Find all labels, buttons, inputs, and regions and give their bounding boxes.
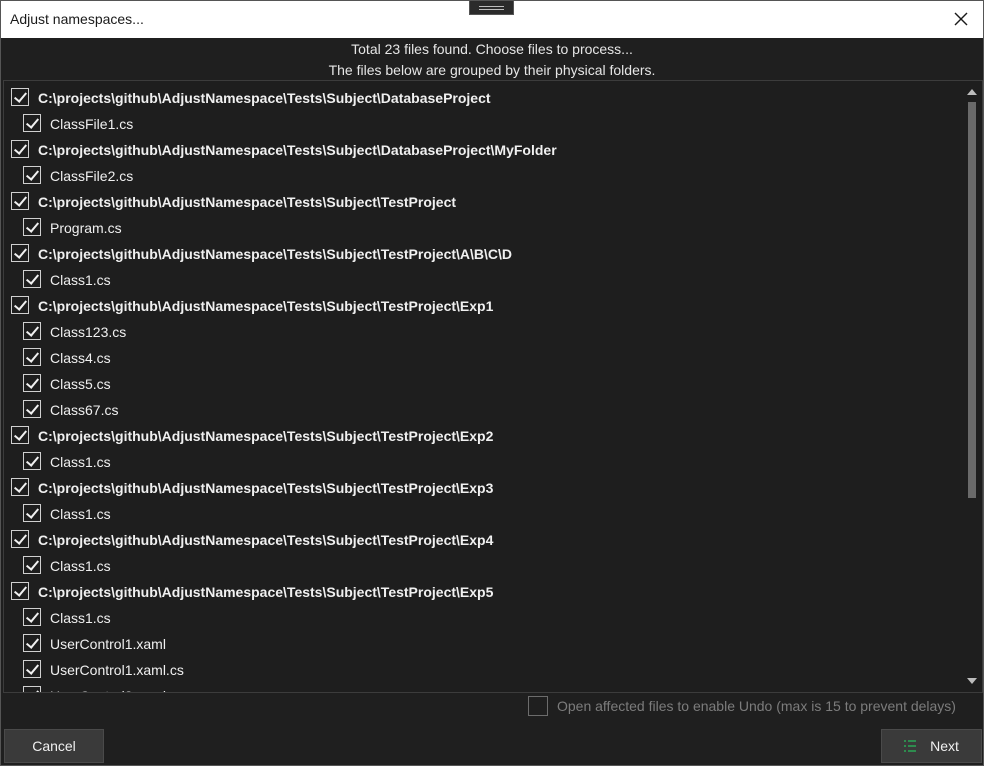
- folder-row[interactable]: C:\projects\github\AdjustNamespace\Tests…: [4, 292, 962, 318]
- next-label: Next: [930, 738, 959, 754]
- folder-row[interactable]: C:\projects\github\AdjustNamespace\Tests…: [4, 136, 962, 162]
- file-name-label: Class1.cs: [50, 610, 111, 626]
- folder-path-label: C:\projects\github\AdjustNamespace\Tests…: [38, 480, 494, 496]
- next-button[interactable]: Next: [881, 729, 982, 763]
- file-checkbox[interactable]: [23, 660, 41, 678]
- folder-row[interactable]: C:\projects\github\AdjustNamespace\Tests…: [4, 240, 962, 266]
- file-checkbox[interactable]: [23, 322, 41, 340]
- folder-checkbox[interactable]: [11, 296, 29, 314]
- window-title: Adjust namespaces...: [10, 11, 144, 27]
- folder-checkbox[interactable]: [11, 140, 29, 158]
- file-name-label: Program.cs: [50, 220, 122, 236]
- file-row[interactable]: Class5.cs: [4, 370, 962, 396]
- vertical-scrollbar[interactable]: [962, 81, 982, 692]
- file-name-label: Class1.cs: [50, 506, 111, 522]
- file-row[interactable]: Class1.cs: [4, 604, 962, 630]
- file-checkbox[interactable]: [23, 348, 41, 366]
- folder-row[interactable]: C:\projects\github\AdjustNamespace\Tests…: [4, 422, 962, 448]
- grouping-hint-text: The files below are grouped by their phy…: [328, 62, 656, 78]
- folder-checkbox[interactable]: [11, 192, 29, 210]
- file-name-label: Class4.cs: [50, 350, 111, 366]
- file-checkbox[interactable]: [23, 400, 41, 418]
- folder-path-label: C:\projects\github\AdjustNamespace\Tests…: [38, 298, 494, 314]
- undo-label: Open affected files to enable Undo (max …: [557, 698, 956, 714]
- folder-checkbox[interactable]: [11, 530, 29, 548]
- cancel-label: Cancel: [32, 738, 76, 754]
- file-name-label: Class1.cs: [50, 272, 111, 288]
- folder-checkbox[interactable]: [11, 478, 29, 496]
- file-checkbox[interactable]: [23, 270, 41, 288]
- file-name-label: UserControl1.xaml.cs: [50, 662, 184, 678]
- folder-checkbox[interactable]: [11, 426, 29, 444]
- file-name-label: Class1.cs: [50, 454, 111, 470]
- dialog-window: Adjust namespaces... Total 23 files foun…: [0, 0, 984, 766]
- folder-checkbox[interactable]: [11, 244, 29, 262]
- folder-path-label: C:\projects\github\AdjustNamespace\Tests…: [38, 142, 557, 158]
- file-row[interactable]: Class4.cs: [4, 344, 962, 370]
- file-checkbox[interactable]: [23, 452, 41, 470]
- folder-path-label: C:\projects\github\AdjustNamespace\Tests…: [38, 246, 513, 262]
- folder-path-label: C:\projects\github\AdjustNamespace\Tests…: [38, 532, 494, 548]
- folder-row[interactable]: C:\projects\github\AdjustNamespace\Tests…: [4, 474, 962, 500]
- file-name-label: Class1.cs: [50, 558, 111, 574]
- file-row[interactable]: UserControl1.xaml.cs: [4, 656, 962, 682]
- file-row[interactable]: Program.cs: [4, 214, 962, 240]
- file-name-label: Class5.cs: [50, 376, 111, 392]
- folder-checkbox[interactable]: [11, 582, 29, 600]
- file-checkbox[interactable]: [23, 374, 41, 392]
- file-name-label: UserControl1.xaml: [50, 636, 166, 652]
- drag-grip-icon[interactable]: [469, 1, 514, 15]
- file-row[interactable]: Class1.cs: [4, 448, 962, 474]
- file-name-label: Class123.cs: [50, 324, 127, 340]
- folder-row[interactable]: C:\projects\github\AdjustNamespace\Tests…: [4, 188, 962, 214]
- file-checkbox[interactable]: [23, 218, 41, 236]
- file-checkbox[interactable]: [23, 114, 41, 132]
- undo-checkbox[interactable]: [528, 696, 548, 716]
- file-checkbox[interactable]: [23, 634, 41, 652]
- folder-row[interactable]: C:\projects\github\AdjustNamespace\Tests…: [4, 84, 962, 110]
- file-row[interactable]: Class1.cs: [4, 500, 962, 526]
- cancel-button[interactable]: Cancel: [4, 729, 104, 763]
- file-list-rows: C:\projects\github\AdjustNamespace\Tests…: [4, 84, 962, 692]
- file-row[interactable]: ClassFile2.cs: [4, 162, 962, 188]
- file-row[interactable]: ClassFile1.cs: [4, 110, 962, 136]
- scrollbar-thumb[interactable]: [968, 102, 976, 498]
- folder-path-label: C:\projects\github\AdjustNamespace\Tests…: [38, 584, 494, 600]
- folder-checkbox[interactable]: [11, 88, 29, 106]
- folder-row[interactable]: C:\projects\github\AdjustNamespace\Tests…: [4, 578, 962, 604]
- file-row[interactable]: Class67.cs: [4, 396, 962, 422]
- file-checkbox[interactable]: [23, 504, 41, 522]
- scroll-up-icon[interactable]: [967, 89, 977, 95]
- close-icon[interactable]: [951, 9, 971, 29]
- folder-row[interactable]: C:\projects\github\AdjustNamespace\Tests…: [4, 526, 962, 552]
- scroll-down-icon[interactable]: [967, 678, 977, 684]
- file-name-label: ClassFile1.cs: [50, 116, 134, 132]
- files-found-text: Total 23 files found. Choose files to pr…: [351, 41, 633, 57]
- file-row[interactable]: Class1.cs: [4, 266, 962, 292]
- file-checkbox[interactable]: [23, 556, 41, 574]
- file-name-label: Class67.cs: [50, 402, 119, 418]
- file-checkbox[interactable]: [23, 686, 41, 692]
- checklist-icon: [904, 740, 917, 752]
- folder-path-label: C:\projects\github\AdjustNamespace\Tests…: [38, 90, 491, 106]
- file-name-label: ClassFile2.cs: [50, 168, 134, 184]
- file-row[interactable]: UserControl1.xaml: [4, 630, 962, 656]
- file-list[interactable]: C:\projects\github\AdjustNamespace\Tests…: [3, 80, 983, 693]
- file-row[interactable]: Class123.cs: [4, 318, 962, 344]
- file-name-label: UserControl2.xaml: [50, 688, 166, 692]
- folder-path-label: C:\projects\github\AdjustNamespace\Tests…: [38, 194, 457, 210]
- file-row[interactable]: Class1.cs: [4, 552, 962, 578]
- file-checkbox[interactable]: [23, 608, 41, 626]
- file-checkbox[interactable]: [23, 166, 41, 184]
- folder-path-label: C:\projects\github\AdjustNamespace\Tests…: [38, 428, 494, 444]
- file-row[interactable]: UserControl2.xaml: [4, 682, 962, 692]
